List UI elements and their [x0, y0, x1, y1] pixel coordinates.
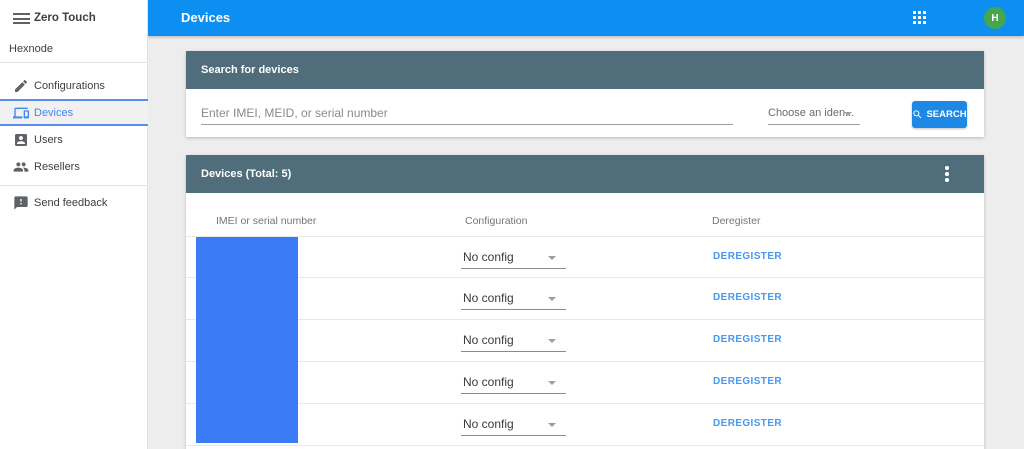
app-title: Zero Touch: [34, 12, 96, 24]
sidebar-item-resellers[interactable]: Resellers: [0, 153, 148, 180]
column-header-imei: IMEI or serial number: [216, 215, 316, 227]
config-select[interactable]: No config: [461, 246, 566, 269]
people-icon: [13, 159, 29, 175]
device-table: No config DEREGISTER No config DEREGISTE…: [186, 236, 984, 446]
sidebar-item-users[interactable]: Users: [0, 126, 148, 153]
column-header-configuration: Configuration: [465, 215, 527, 227]
sidebar-item-label: Send feedback: [34, 197, 107, 209]
sidebar-header: Zero Touch: [0, 0, 147, 36]
table-row: No config DEREGISTER: [186, 278, 984, 320]
avatar[interactable]: H: [984, 7, 1006, 29]
redacted-serial-numbers-overlay: [196, 237, 298, 443]
sidebar-item-devices[interactable]: Devices: [0, 99, 148, 126]
sidebar-item-label: Users: [34, 134, 63, 146]
chevron-down-icon: [548, 339, 556, 343]
search-panel-body: Choose an iden... SEARCH: [186, 89, 984, 137]
devices-panel: Devices (Total: 5) IMEI or serial number…: [186, 155, 984, 449]
chevron-down-icon: [548, 423, 556, 427]
identifier-type-select[interactable]: Choose an iden...: [768, 102, 860, 125]
apps-grid-icon[interactable]: [913, 11, 927, 25]
config-select[interactable]: No config: [461, 287, 566, 310]
config-select-value: No config: [463, 291, 514, 305]
column-header-deregister: Deregister: [712, 215, 760, 227]
search-panel-header: Search for devices: [186, 51, 984, 89]
sidebar-divider: [0, 185, 148, 186]
topbar: Devices H: [148, 0, 1024, 36]
hamburger-menu-icon[interactable]: [13, 13, 30, 24]
config-select[interactable]: No config: [461, 371, 566, 394]
zero-touch-portal: Zero Touch Hexnode Configurations Device…: [0, 0, 1024, 449]
kebab-menu-icon[interactable]: [945, 166, 949, 182]
search-button-label: SEARCH: [926, 109, 966, 120]
page-title: Devices: [181, 10, 230, 25]
deregister-link[interactable]: DEREGISTER: [713, 334, 782, 345]
table-row: No config DEREGISTER: [186, 404, 984, 446]
sidebar-item-send-feedback[interactable]: Send feedback: [0, 189, 148, 216]
sidebar-item-label: Configurations: [34, 80, 105, 92]
deregister-link[interactable]: DEREGISTER: [713, 292, 782, 303]
sidebar: Zero Touch Hexnode Configurations Device…: [0, 0, 148, 449]
org-name: Hexnode: [9, 43, 53, 55]
devices-icon: [13, 105, 29, 121]
config-select-value: No config: [463, 375, 514, 389]
devices-panel-header: Devices (Total: 5): [186, 155, 984, 193]
sidebar-item-label: Resellers: [34, 161, 80, 173]
deregister-link[interactable]: DEREGISTER: [713, 418, 782, 429]
config-select[interactable]: No config: [461, 329, 566, 352]
main-content: Search for devices Choose an iden... SEA…: [148, 36, 1024, 449]
table-row: No config DEREGISTER: [186, 320, 984, 362]
search-button[interactable]: SEARCH: [912, 101, 967, 128]
config-select[interactable]: No config: [461, 413, 566, 436]
pencil-icon: [13, 78, 29, 94]
chevron-down-icon: [548, 297, 556, 301]
deregister-link[interactable]: DEREGISTER: [713, 376, 782, 387]
chevron-down-icon: [548, 256, 556, 260]
sidebar-item-configurations[interactable]: Configurations: [0, 72, 148, 99]
table-row: No config DEREGISTER: [186, 362, 984, 404]
search-panel: Search for devices Choose an iden... SEA…: [186, 51, 984, 137]
config-select-value: No config: [463, 417, 514, 431]
sidebar-divider: [0, 62, 148, 63]
config-select-value: No config: [463, 333, 514, 347]
chevron-down-icon: [548, 381, 556, 385]
table-row: No config DEREGISTER: [186, 236, 984, 278]
devices-panel-title: Devices (Total: 5): [201, 168, 291, 180]
sidebar-item-label: Devices: [34, 107, 73, 119]
deregister-link[interactable]: DEREGISTER: [713, 251, 782, 262]
imei-search-input[interactable]: [201, 102, 733, 125]
chevron-down-icon: [844, 112, 852, 116]
search-panel-title: Search for devices: [201, 64, 299, 76]
search-icon: [912, 109, 923, 120]
user-box-icon: [13, 132, 29, 148]
identifier-type-select-value: Choose an iden...: [768, 107, 854, 119]
config-select-value: No config: [463, 250, 514, 264]
feedback-icon: [13, 195, 29, 211]
